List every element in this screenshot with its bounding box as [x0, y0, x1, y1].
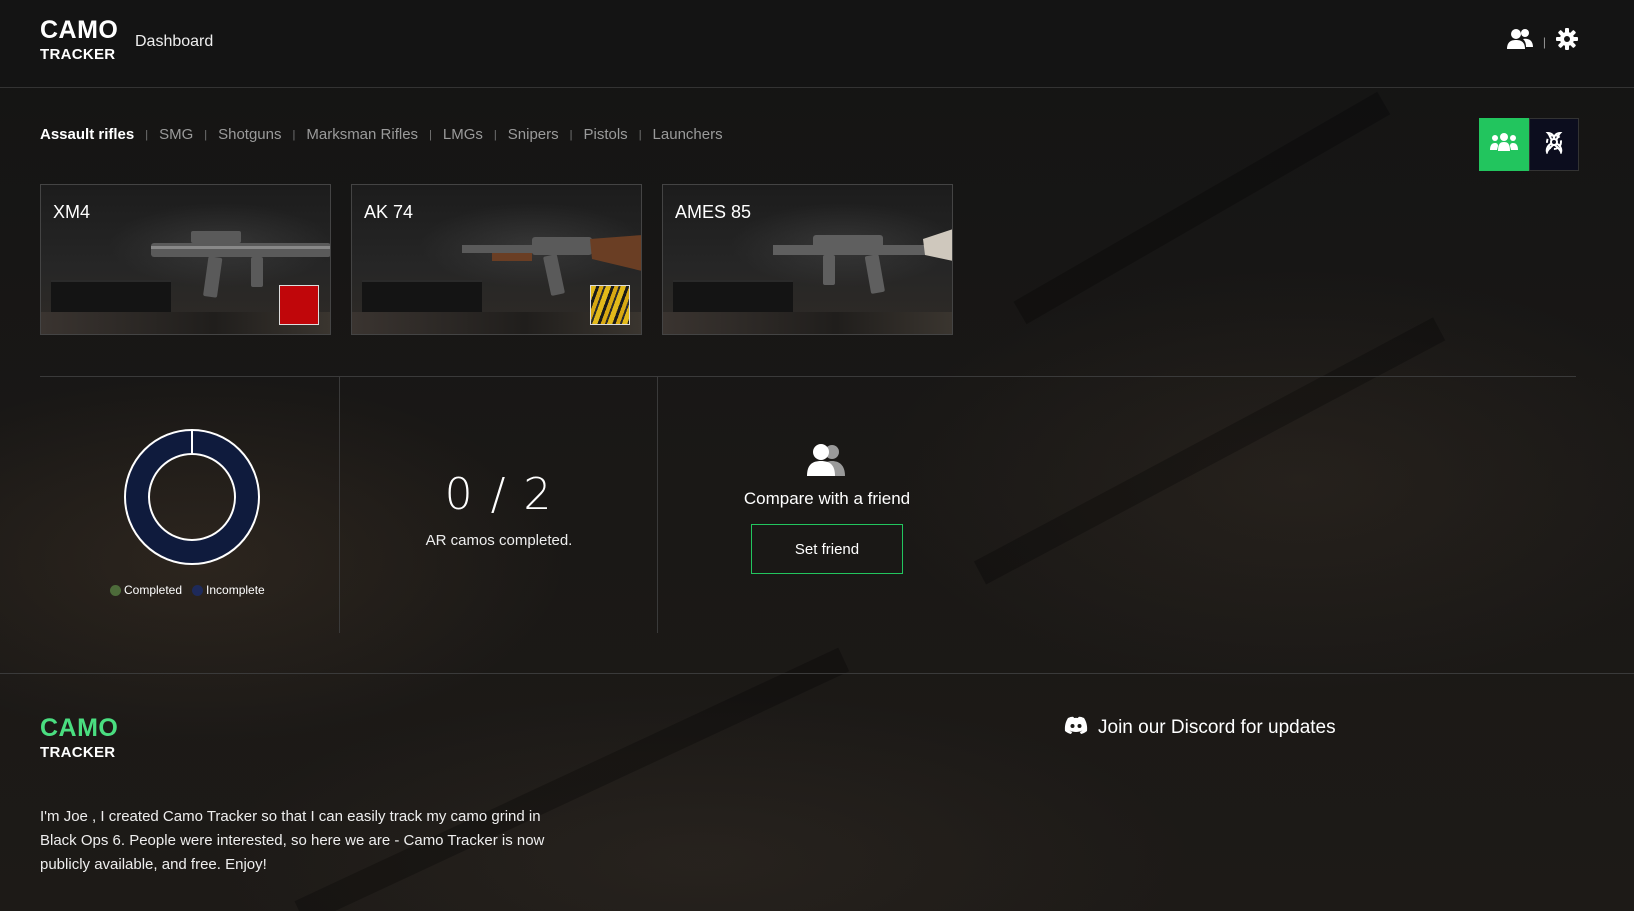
legend-completed-label: Completed [124, 583, 183, 597]
compare-friend-panel: Compare with a friend Set friend [659, 377, 995, 633]
camo-swatch-red [279, 285, 319, 325]
donut-legend: Completed Incomplete [110, 583, 265, 597]
legend-incomplete-label: Incomplete [206, 583, 265, 597]
tab-separator: | [292, 128, 296, 141]
users-icon[interactable] [1506, 28, 1533, 55]
zombies-icon [1542, 130, 1566, 159]
weapon-name: AK 74 [364, 202, 414, 222]
mode-toggle [1479, 118, 1579, 171]
multiplayer-icon [1490, 131, 1518, 158]
logo-tracker-text: TRACKER [40, 46, 116, 63]
tab-assault-rifles[interactable]: Assault rifles [40, 126, 134, 143]
weapon-name: XM4 [53, 202, 91, 222]
weapon-card-ak74[interactable]: AK 74 [351, 184, 642, 335]
zombies-mode-button[interactable] [1529, 118, 1579, 171]
set-friend-button[interactable]: Set friend [751, 524, 903, 574]
progress-donut-chart [124, 429, 260, 565]
footer-logo-camo: CAMO [40, 714, 119, 742]
tab-lmgs[interactable]: LMGs [443, 126, 483, 143]
donut-incomplete-segment [126, 431, 258, 563]
tab-separator: | [569, 128, 573, 141]
compare-friend-title: Compare with a friend [743, 489, 911, 508]
discord-icon [1064, 716, 1088, 740]
header-actions: | [1506, 28, 1578, 55]
multiplayer-mode-button[interactable] [1479, 118, 1529, 171]
tab-pistols[interactable]: Pistols [584, 126, 628, 143]
camo-count-label: AR camos completed. [425, 532, 573, 549]
footer-logo-tracker: TRACKER [40, 744, 116, 761]
friends-icon [807, 443, 847, 482]
rifle-image [773, 229, 952, 294]
tab-smg[interactable]: SMG [159, 126, 193, 143]
progress-count-panel: 0 / 2 AR camos completed. [341, 377, 658, 633]
tab-separator: | [493, 128, 497, 141]
top-header: CAMO TRACKER Dashboard | [0, 0, 1634, 88]
camo-swatch-tiger [590, 285, 630, 325]
weapon-card-ames85[interactable]: AMES 85 [662, 184, 953, 335]
tab-separator: | [429, 128, 432, 141]
progress-donut-panel: Completed Incomplete [40, 377, 340, 633]
weapon-card-xm4[interactable]: XM4 [40, 184, 331, 335]
tab-separator: | [204, 128, 208, 141]
header-separator: | [1542, 34, 1546, 49]
settings-icon[interactable] [1556, 28, 1578, 55]
legend-incomplete-dot [192, 584, 204, 596]
tab-launchers[interactable]: Launchers [653, 126, 723, 143]
nav-dashboard-link[interactable]: Dashboard [135, 33, 213, 51]
tab-snipers[interactable]: Snipers [508, 126, 559, 143]
discord-link[interactable]: Join our Discord for updates [1064, 716, 1336, 740]
footer-divider [0, 673, 1634, 674]
weapon-cards: XM4 AK 74 AMES 85 [40, 184, 953, 335]
discord-link-label: Join our Discord for updates [1098, 717, 1336, 738]
tab-separator: | [638, 128, 642, 141]
tab-marksman-rifles[interactable]: Marksman Rifles [306, 126, 418, 143]
tab-shotguns[interactable]: Shotguns [218, 126, 281, 143]
footer-description: I'm Joe , I created Camo Tracker so that… [40, 808, 545, 873]
footer-logo[interactable]: CAMO TRACKER [40, 714, 119, 761]
legend-incomplete: Incomplete [192, 583, 265, 597]
legend-completed-dot [110, 584, 121, 596]
card-background-bench [663, 312, 952, 334]
tab-separator: | [145, 128, 149, 141]
weapon-name: AMES 85 [675, 202, 752, 222]
weapon-category-tabs: Assault rifles | SMG | Shotguns | Marksm… [40, 126, 723, 143]
legend-completed: Completed [110, 583, 182, 597]
camo-count: 0 / 2 [444, 469, 554, 520]
app-logo[interactable]: CAMO TRACKER [40, 16, 119, 63]
logo-camo-text: CAMO [40, 16, 119, 44]
